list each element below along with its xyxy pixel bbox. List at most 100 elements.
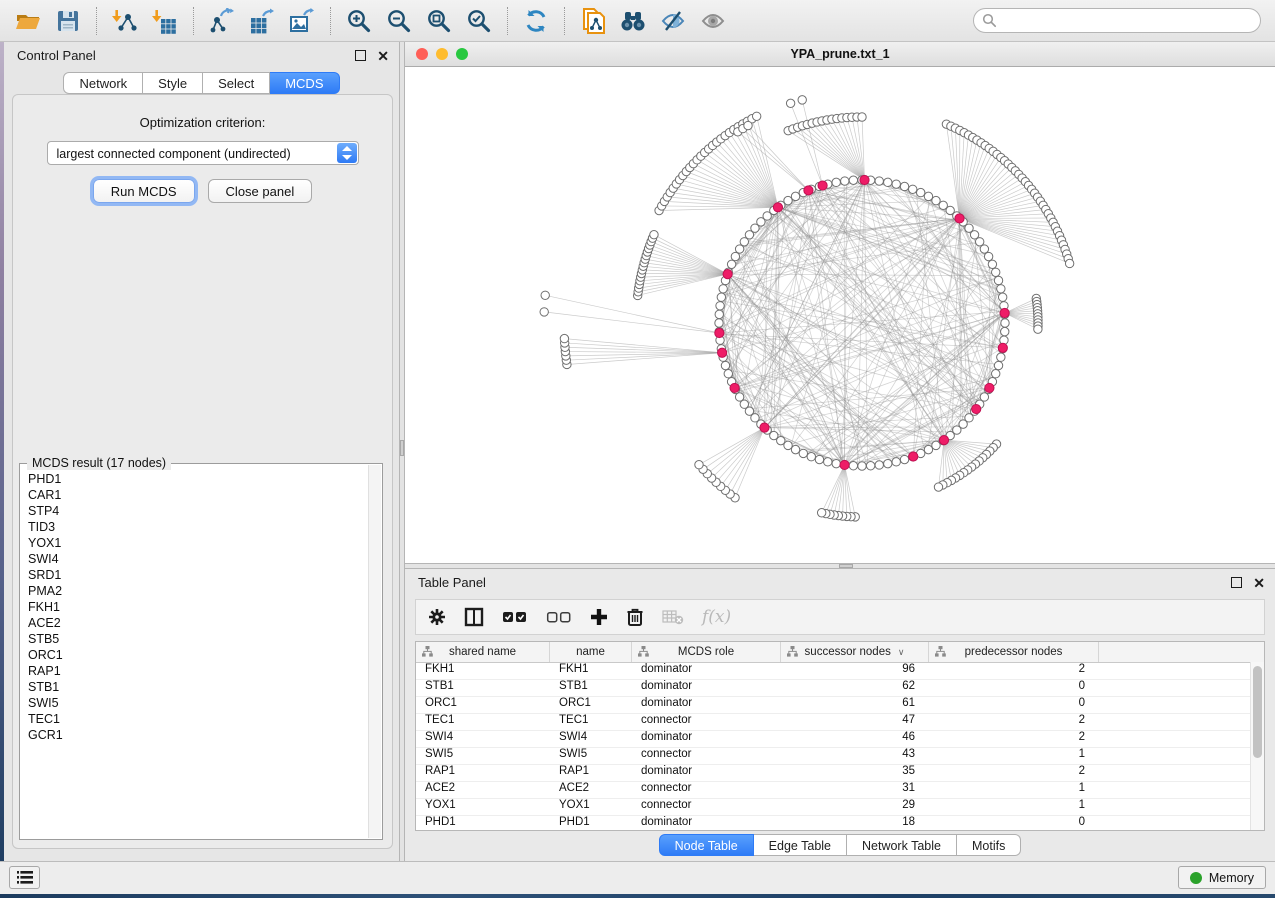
mcds-result-item[interactable]: RAP1 xyxy=(28,663,368,679)
mcds-result-item[interactable]: SWI5 xyxy=(28,695,368,711)
hide-graphics-details-icon[interactable] xyxy=(656,6,690,36)
close-panel-icon[interactable]: ✕ xyxy=(377,51,389,61)
optimization-criterion-select[interactable]: largest connected component (undirected) xyxy=(47,141,359,165)
mcds-result-list[interactable]: PHD1CAR1STP4TID3YOX1SWI4SRD1PMA2FKH1ACE2… xyxy=(21,467,368,838)
splitter-handle[interactable] xyxy=(839,564,853,568)
cell-successors: 96 xyxy=(781,663,929,679)
table-row[interactable]: SWI5SWI5connector431 xyxy=(416,748,1264,765)
trash-icon[interactable] xyxy=(626,607,644,627)
tab-style[interactable]: Style xyxy=(143,72,203,94)
splitter-handle[interactable] xyxy=(400,440,404,456)
add-column-icon[interactable] xyxy=(590,608,608,626)
export-network-icon[interactable] xyxy=(205,6,239,36)
zoom-fit-icon[interactable] xyxy=(422,6,456,36)
column-header-successor-nodes[interactable]: successor nodes∨ xyxy=(781,642,929,662)
tab-network[interactable]: Network xyxy=(63,72,143,94)
cell-shared-name: TEC1 xyxy=(416,714,550,730)
mcds-list-scrollbar[interactable] xyxy=(368,465,381,838)
cell-predecessors: 1 xyxy=(929,799,1099,815)
table-row[interactable]: TEC1TEC1connector472 xyxy=(416,714,1264,731)
column-header-predecessor-nodes[interactable]: predecessor nodes xyxy=(929,642,1099,662)
mcds-result-item[interactable]: TID3 xyxy=(28,519,368,535)
node-table[interactable]: shared namenameMCDS rolesuccessor nodes∨… xyxy=(415,641,1265,831)
tab-node-table[interactable]: Node Table xyxy=(659,834,754,856)
table-row[interactable]: YOX1YOX1connector291 xyxy=(416,799,1264,816)
mcds-result-item[interactable]: CAR1 xyxy=(28,487,368,503)
tab-network-table[interactable]: Network Table xyxy=(847,834,957,856)
export-table-icon[interactable] xyxy=(245,6,279,36)
deselect-all-icon[interactable] xyxy=(546,610,572,624)
mcds-result-item[interactable]: STB1 xyxy=(28,679,368,695)
tab-motifs[interactable]: Motifs xyxy=(957,834,1021,856)
split-columns-icon[interactable] xyxy=(464,607,484,627)
cell-shared-name: RAP1 xyxy=(416,765,550,781)
column-header-name[interactable]: name xyxy=(550,642,632,662)
mcds-result-item[interactable]: PHD1 xyxy=(28,471,368,487)
cell-role: connector xyxy=(632,714,781,730)
minimize-window-icon[interactable] xyxy=(436,48,448,60)
mcds-result-item[interactable]: STB5 xyxy=(28,631,368,647)
column-header-mcds-role[interactable]: MCDS role xyxy=(632,642,781,662)
clone-network-icon[interactable] xyxy=(576,6,610,36)
function-builder-icon[interactable]: f(x) xyxy=(702,607,731,627)
mcds-result-item[interactable]: PMA2 xyxy=(28,583,368,599)
table-row[interactable]: FKH1FKH1dominator962 xyxy=(416,663,1264,680)
close-panel-icon[interactable]: ✕ xyxy=(1253,578,1265,588)
cell-predecessors: 1 xyxy=(929,748,1099,764)
toolbar-separator xyxy=(193,7,194,35)
float-panel-icon[interactable] xyxy=(355,50,366,61)
table-row[interactable]: ACE2ACE2connector311 xyxy=(416,782,1264,799)
mcds-result-item[interactable]: GCR1 xyxy=(28,727,368,743)
zoom-out-icon[interactable] xyxy=(382,6,416,36)
mcds-result-item[interactable]: ORC1 xyxy=(28,647,368,663)
table-row[interactable]: PHD1PHD1dominator180 xyxy=(416,816,1264,831)
export-image-icon[interactable] xyxy=(285,6,319,36)
mcds-result-item[interactable]: SWI4 xyxy=(28,551,368,567)
open-folder-icon[interactable] xyxy=(11,6,45,36)
float-panel-icon[interactable] xyxy=(1231,577,1242,588)
run-mcds-button[interactable]: Run MCDS xyxy=(93,179,195,203)
toolbar-separator xyxy=(564,7,565,35)
tab-select[interactable]: Select xyxy=(203,72,270,94)
table-row[interactable]: SWI4SWI4dominator462 xyxy=(416,731,1264,748)
table-scrollbar-thumb[interactable] xyxy=(1253,666,1262,758)
mcds-result-item[interactable]: TEC1 xyxy=(28,711,368,727)
column-header-shared-name[interactable]: shared name xyxy=(416,642,550,662)
cell-name: SWI4 xyxy=(550,731,632,747)
desktop-wallpaper-strip xyxy=(0,894,1275,898)
search-input[interactable] xyxy=(997,13,1260,29)
mcds-result-item[interactable]: SRD1 xyxy=(28,567,368,583)
tab-mcds[interactable]: MCDS xyxy=(270,72,339,94)
maximize-window-icon[interactable] xyxy=(456,48,468,60)
table-row[interactable]: RAP1RAP1dominator352 xyxy=(416,765,1264,782)
table-row[interactable]: STB1STB1dominator620 xyxy=(416,680,1264,697)
tab-edge-table[interactable]: Edge Table xyxy=(754,834,847,856)
mcds-result-item[interactable]: STP4 xyxy=(28,503,368,519)
gear-icon[interactable] xyxy=(428,608,446,626)
toolbar-search[interactable] xyxy=(973,8,1261,33)
mcds-result-box: MCDS result (17 nodes) PHD1CAR1STP4TID3Y… xyxy=(19,463,383,840)
zoom-in-icon[interactable] xyxy=(342,6,376,36)
close-panel-button[interactable]: Close panel xyxy=(208,179,313,203)
import-table-icon[interactable] xyxy=(148,6,182,36)
close-window-icon[interactable] xyxy=(416,48,428,60)
mcds-result-item[interactable]: FKH1 xyxy=(28,599,368,615)
mcds-result-item[interactable]: YOX1 xyxy=(28,535,368,551)
delete-table-icon[interactable] xyxy=(662,609,684,625)
table-row[interactable]: ORC1ORC1dominator610 xyxy=(416,697,1264,714)
show-panels-list-icon[interactable] xyxy=(9,866,40,889)
zoom-selected-icon[interactable] xyxy=(462,6,496,36)
network-canvas[interactable] xyxy=(405,67,1273,563)
table-scrollbar-track[interactable] xyxy=(1250,662,1264,830)
import-network-icon[interactable] xyxy=(108,6,142,36)
cell-name: TEC1 xyxy=(550,714,632,730)
memory-button[interactable]: Memory xyxy=(1178,866,1266,889)
select-all-icon[interactable] xyxy=(502,610,528,624)
show-graphics-details-icon[interactable] xyxy=(696,6,730,36)
binoculars-icon[interactable] xyxy=(616,6,650,36)
save-icon[interactable] xyxy=(51,6,85,36)
refresh-icon[interactable] xyxy=(519,6,553,36)
network-window-titlebar[interactable]: YPA_prune.txt_1 xyxy=(405,42,1275,67)
table-toolbar: f(x) xyxy=(415,599,1265,635)
mcds-result-item[interactable]: ACE2 xyxy=(28,615,368,631)
